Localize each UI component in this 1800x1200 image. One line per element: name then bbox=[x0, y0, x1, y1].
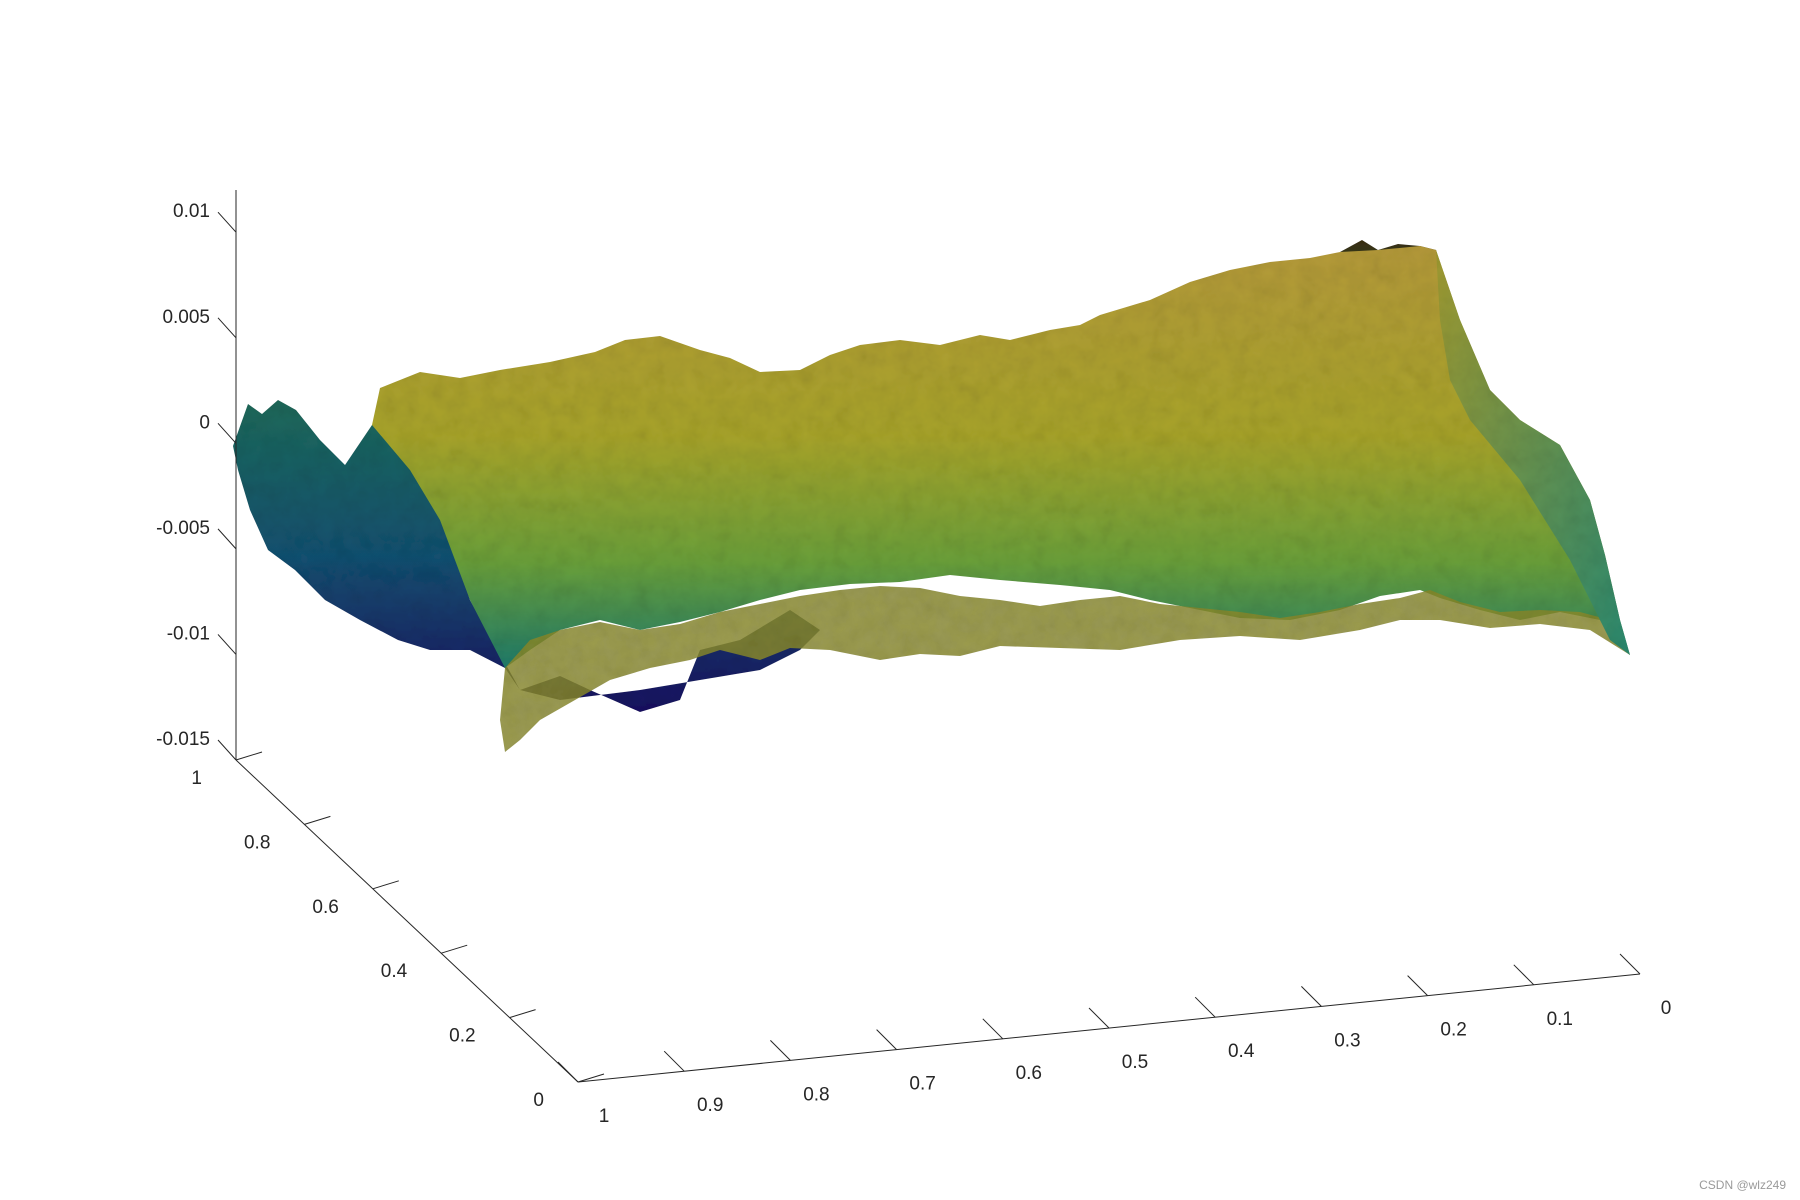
y-tick-label: 0.8 bbox=[244, 832, 270, 853]
z-tick-label: 0.005 bbox=[162, 307, 210, 328]
y-tick-label: 0 bbox=[533, 1090, 544, 1111]
y-tick-mark bbox=[235, 751, 263, 761]
y-tick-mark bbox=[509, 1009, 536, 1019]
y-tick-label: 0.2 bbox=[449, 1026, 475, 1047]
y-tick-mark bbox=[372, 880, 399, 890]
z-tick-mark bbox=[217, 634, 237, 655]
x-tick-label: 0.3 bbox=[1334, 1030, 1360, 1051]
x-tick-mark bbox=[982, 1018, 1004, 1040]
z-tick-label: 0 bbox=[199, 412, 210, 433]
x-tick-label: 0.7 bbox=[909, 1074, 935, 1095]
watermark-text: CSDN @wlz249 bbox=[1699, 1178, 1786, 1192]
z-tick-mark bbox=[217, 528, 237, 550]
z-tick-label: -0.015 bbox=[156, 729, 210, 750]
x-tick-mark bbox=[876, 1029, 897, 1050]
z-tick-label: -0.005 bbox=[156, 518, 210, 539]
surface-plot: -0.015 -0.01 -0.005 0 0.005 0.01 0 0.2 0.4 0.6 0.… bbox=[156, 190, 1672, 1127]
x-tick-mark bbox=[1301, 986, 1322, 1007]
x-tick-label: 0 bbox=[1661, 998, 1672, 1019]
surface-mesh bbox=[233, 240, 1630, 752]
x-tick-label: 0.1 bbox=[1547, 1009, 1573, 1030]
x-tick-mark bbox=[1088, 1007, 1110, 1029]
x-tick-label: 1 bbox=[599, 1106, 610, 1127]
y-tick-mark bbox=[441, 944, 468, 954]
x-tick-label: 0.8 bbox=[803, 1084, 829, 1105]
z-tick-mark bbox=[217, 211, 237, 233]
z-tick-mark bbox=[217, 739, 237, 761]
y-tick-mark bbox=[304, 815, 331, 825]
x-tick-mark bbox=[1194, 996, 1216, 1018]
x-tick-mark bbox=[557, 1061, 579, 1083]
x-tick-mark bbox=[770, 1040, 791, 1061]
x-tick-label: 0.9 bbox=[697, 1095, 723, 1116]
z-tick-label: 0.01 bbox=[173, 201, 210, 222]
y-axis-ticks: 0 0.2 0.4 0.6 0.8 1 bbox=[191, 751, 605, 1111]
x-axis-ticks: 0 0.1 0.2 0.3 0.4 0.5 0.6 0.7 0.8 0.9 1 bbox=[557, 953, 1672, 1127]
y-tick-label: 0.4 bbox=[381, 961, 408, 982]
x-tick-mark bbox=[663, 1050, 685, 1072]
z-tick-mark bbox=[217, 317, 237, 339]
x-tick-label: 0.6 bbox=[1016, 1063, 1042, 1084]
z-tick-mark bbox=[217, 422, 237, 444]
x-tick-mark bbox=[1407, 975, 1428, 996]
y-tick-label: 1 bbox=[191, 768, 202, 789]
y-tick-label: 0.6 bbox=[312, 897, 338, 918]
z-axis-ticks: -0.015 -0.01 -0.005 0 0.005 0.01 bbox=[156, 201, 237, 761]
x-tick-label: 0.4 bbox=[1228, 1041, 1255, 1062]
x-tick-mark bbox=[1619, 953, 1641, 975]
z-tick-label: -0.01 bbox=[167, 623, 210, 644]
x-tick-mark bbox=[1513, 964, 1535, 986]
x-tick-label: 0.2 bbox=[1440, 1020, 1466, 1041]
x-tick-label: 0.5 bbox=[1122, 1052, 1148, 1073]
y-axis-line bbox=[235, 759, 579, 1083]
